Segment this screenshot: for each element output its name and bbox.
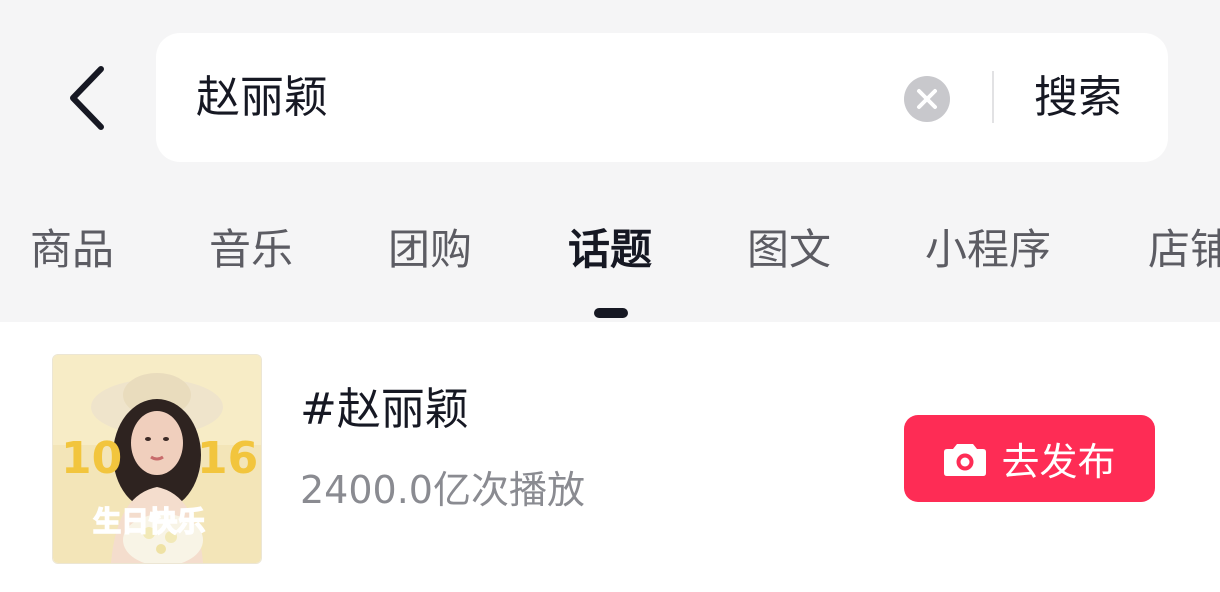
tab-stores[interactable]: 店铺: [1148, 210, 1220, 290]
thumbnail-number-right: 16: [197, 433, 258, 484]
tab-mini-programs[interactable]: 小程序: [925, 210, 1051, 290]
search-divider: [992, 71, 994, 123]
camera-icon: [944, 443, 987, 476]
tab-topics[interactable]: 话题: [568, 210, 652, 290]
back-button[interactable]: [52, 58, 122, 138]
tab-music[interactable]: 音乐: [209, 210, 293, 290]
publish-button[interactable]: 去发布: [904, 415, 1155, 502]
thumbnail-caption: 生日快乐: [93, 505, 205, 538]
topic-play-count: 2400.0亿次播放: [300, 468, 585, 512]
thumbnail-image: 10 16 生日快乐: [53, 355, 261, 563]
tab-image-text[interactable]: 图文: [747, 210, 831, 290]
clear-button[interactable]: [904, 76, 950, 122]
tab-goods[interactable]: 商品: [30, 210, 114, 290]
top-area: 搜索 商品 音乐 团购 话题 图文 小程序 店铺: [0, 0, 1220, 322]
tab-group-buy[interactable]: 团购: [388, 210, 472, 290]
topic-title[interactable]: #赵丽颖: [300, 382, 469, 438]
category-tabs: 商品 音乐 团购 话题 图文 小程序 店铺: [0, 210, 1220, 290]
thumbnail-number-left: 10: [61, 433, 122, 484]
chevron-left-icon: [70, 66, 104, 130]
clear-icon: [917, 89, 937, 109]
active-tab-indicator: [594, 308, 628, 318]
search-input[interactable]: [196, 63, 876, 133]
topic-thumbnail[interactable]: 10 16 生日快乐: [52, 354, 262, 564]
search-button[interactable]: 搜索: [1034, 63, 1122, 133]
search-box: 搜索: [156, 33, 1168, 162]
topic-result[interactable]: 10 16 生日快乐 #赵丽颖 2400.0亿次播放 去发布: [0, 322, 1220, 592]
publish-label: 去发布: [1001, 440, 1116, 484]
